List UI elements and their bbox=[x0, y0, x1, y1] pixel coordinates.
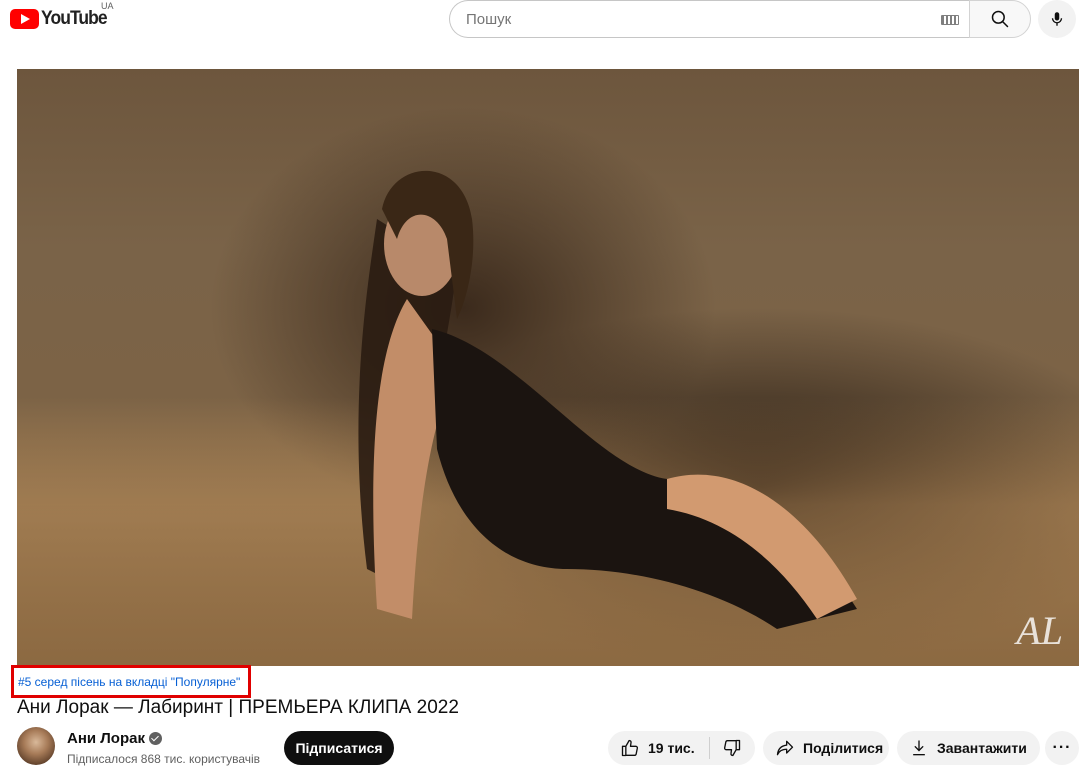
channel-avatar[interactable] bbox=[17, 727, 55, 765]
share-icon bbox=[776, 740, 794, 756]
channel-name[interactable]: Ани Лорак bbox=[67, 730, 162, 747]
more-icon: ··· bbox=[1052, 739, 1072, 756]
trending-badge: #5 серед пісень на вкладці "Популярне" bbox=[11, 665, 251, 698]
like-dislike-group: 19 тис. bbox=[608, 731, 755, 765]
masthead: YouTube UA bbox=[0, 0, 1090, 40]
download-icon bbox=[913, 740, 925, 756]
search-box bbox=[449, 0, 970, 38]
share-button[interactable]: Поділитися bbox=[763, 731, 889, 765]
thumbs-up-icon bbox=[621, 739, 639, 757]
search-icon bbox=[991, 10, 1009, 28]
video-frame-figure bbox=[358, 170, 857, 629]
dislike-button[interactable] bbox=[710, 731, 754, 765]
verified-icon bbox=[148, 732, 162, 745]
subscriber-count: Підписалося 868 тис. користувачів bbox=[67, 752, 261, 766]
video-player[interactable]: AL bbox=[17, 69, 1079, 666]
channel-name-text: Ани Лорак bbox=[67, 730, 145, 747]
country-code: UA bbox=[101, 1, 114, 11]
more-actions-button[interactable]: ··· bbox=[1045, 731, 1079, 765]
logo-text: YouTube bbox=[41, 8, 108, 29]
like-count: 19 тис. bbox=[648, 740, 695, 756]
youtube-logo[interactable]: YouTube bbox=[10, 5, 112, 33]
trending-link[interactable]: #5 серед пісень на вкладці "Популярне" bbox=[18, 675, 240, 689]
channel-watermark: AL bbox=[1016, 608, 1063, 653]
search-button[interactable] bbox=[969, 0, 1031, 38]
thumbs-down-icon bbox=[723, 739, 740, 757]
subscribe-button[interactable]: Підписатися bbox=[284, 731, 394, 765]
voice-search-button[interactable] bbox=[1038, 0, 1076, 38]
download-label: Завантажити bbox=[937, 740, 1027, 756]
microphone-icon bbox=[1051, 12, 1063, 26]
share-label: Поділитися bbox=[803, 740, 884, 756]
search-input[interactable] bbox=[466, 10, 916, 28]
download-button[interactable]: Завантажити bbox=[897, 731, 1040, 765]
like-button[interactable]: 19 тис. bbox=[608, 731, 695, 765]
youtube-logo-icon bbox=[10, 9, 39, 29]
video-title: Ани Лорак — Лабиринт | ПРЕМЬЕРА КЛИПА 20… bbox=[17, 697, 459, 718]
keyboard-icon[interactable] bbox=[941, 15, 959, 25]
